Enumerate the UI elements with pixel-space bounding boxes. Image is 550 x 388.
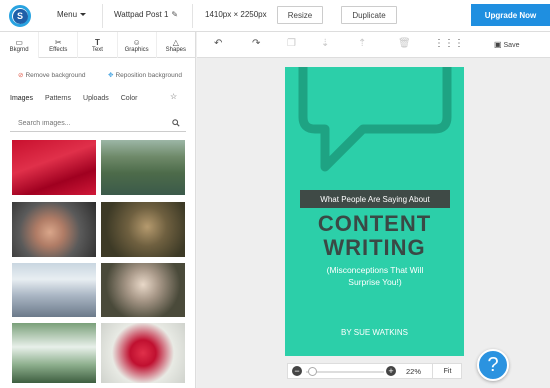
poster-subtitle-line2: Surprise You!) — [348, 277, 402, 287]
upgrade-button[interactable]: Upgrade Now — [471, 4, 550, 26]
save-icon: ▣ — [494, 40, 502, 49]
image-icon: ▭ — [15, 37, 23, 47]
zoom-out-icon[interactable]: − — [292, 366, 302, 376]
poster-subtitle[interactable]: (Misconceptions That Will Surprise You!) — [300, 264, 450, 288]
duplicate-button[interactable]: Duplicate — [341, 6, 397, 24]
tab-shapes[interactable]: △ Shapes — [157, 32, 195, 58]
image-thumbnail[interactable] — [101, 323, 185, 383]
trash-icon[interactable]: 🗑 — [398, 38, 411, 50]
canvas-dimensions: 1410px × 2250px — [205, 10, 267, 19]
save-label: Save — [503, 42, 520, 49]
reposition-background-label: Reposition background — [115, 72, 182, 79]
poster-title-line2[interactable]: WRITING — [285, 236, 464, 260]
grid-icon[interactable]: ⋮⋮⋮ — [434, 38, 464, 50]
resize-button[interactable]: Resize — [277, 6, 323, 24]
image-thumbnail[interactable] — [12, 263, 96, 317]
logo-letter: S — [12, 8, 28, 24]
image-thumbnail[interactable] — [101, 263, 185, 317]
tab-effects[interactable]: ✂ Effects — [39, 32, 79, 58]
tab-label: Bkgrnd — [9, 46, 29, 53]
subtab-uploads[interactable]: Uploads — [83, 95, 109, 102]
star-icon[interactable]: ☆ — [170, 92, 177, 101]
tab-label: Graphics — [124, 46, 149, 53]
divider — [102, 4, 103, 28]
tab-graphics[interactable]: ☺ Graphics — [118, 32, 157, 58]
zoom-value: 22% — [406, 367, 422, 376]
tab-background[interactable]: ▭ Bkgrnd — [0, 32, 40, 58]
image-thumbnail[interactable] — [12, 140, 96, 195]
poster-title-line1[interactable]: CONTENT — [285, 212, 464, 236]
subtab-patterns[interactable]: Patterns — [45, 95, 71, 102]
text-icon: T — [95, 37, 100, 47]
document-title[interactable]: Wattpad Post 1 ✎ — [114, 10, 178, 19]
send-backward-icon[interactable]: ⇣ — [321, 38, 329, 50]
document-title-text: Wattpad Post 1 — [114, 10, 169, 19]
reposition-background-button[interactable]: ✥ Reposition background — [108, 71, 182, 79]
poster-banner[interactable]: What People Are Saying About — [300, 190, 450, 208]
zoom-bar: − + 22% Fit — [287, 363, 462, 379]
copy-icon[interactable]: ❐ — [287, 38, 296, 50]
poster-subtitle-line1: (Misconceptions That Will — [326, 265, 424, 275]
image-thumbnail[interactable] — [12, 323, 96, 383]
help-button[interactable]: ? — [477, 349, 509, 381]
app-logo[interactable]: S — [9, 5, 31, 27]
shapes-icon: △ — [172, 37, 179, 47]
bring-forward-icon[interactable]: ⇡ — [358, 38, 366, 50]
fit-button[interactable]: Fit — [432, 364, 462, 378]
zoom-slider-handle[interactable] — [308, 367, 317, 376]
remove-background-button[interactable]: ⊘ Remove background — [18, 71, 85, 79]
chevron-down-icon — [80, 13, 87, 17]
tab-label: Shapes — [165, 46, 187, 53]
remove-icon: ⊘ — [18, 72, 24, 79]
panel-tabs: ▭ Bkgrnd ✂ Effects T Text ☺ Graphics △ S… — [0, 32, 195, 58]
image-subtabs: Images Patterns Uploads Color — [10, 90, 188, 106]
graphics-icon: ☺ — [132, 37, 141, 47]
subtab-color[interactable]: Color — [121, 95, 138, 102]
poster-author[interactable]: BY SUE WATKINS — [285, 328, 464, 337]
search-input[interactable] — [10, 116, 186, 132]
image-thumbnail[interactable] — [101, 140, 185, 195]
zoom-slider[interactable] — [306, 371, 384, 373]
tab-text[interactable]: T Text — [78, 32, 118, 58]
image-thumbnail[interactable] — [12, 202, 96, 257]
menu-dropdown[interactable]: Menu — [57, 10, 87, 19]
menu-label: Menu — [57, 10, 78, 19]
effects-icon: ✂ — [54, 37, 62, 47]
undo-icon[interactable]: ↶ — [214, 38, 222, 50]
move-icon: ✥ — [108, 72, 114, 79]
tab-label: Text — [91, 46, 103, 53]
left-panel: ▭ Bkgrnd ✂ Effects T Text ☺ Graphics △ S… — [0, 32, 196, 388]
pencil-icon[interactable]: ✎ — [171, 10, 178, 19]
save-button[interactable]: ▣ Save — [494, 40, 519, 49]
search-icon[interactable] — [172, 119, 180, 127]
divider — [192, 4, 193, 28]
remove-background-label: Remove background — [25, 72, 86, 79]
top-bar: S Menu Wattpad Post 1 ✎ 1410px × 2250px R… — [0, 0, 550, 32]
redo-icon[interactable]: ↷ — [252, 38, 260, 50]
zoom-in-icon[interactable]: + — [386, 366, 396, 376]
tab-label: Effects — [49, 46, 68, 53]
subtab-images[interactable]: Images — [10, 95, 33, 102]
image-thumbnail[interactable] — [101, 202, 185, 257]
